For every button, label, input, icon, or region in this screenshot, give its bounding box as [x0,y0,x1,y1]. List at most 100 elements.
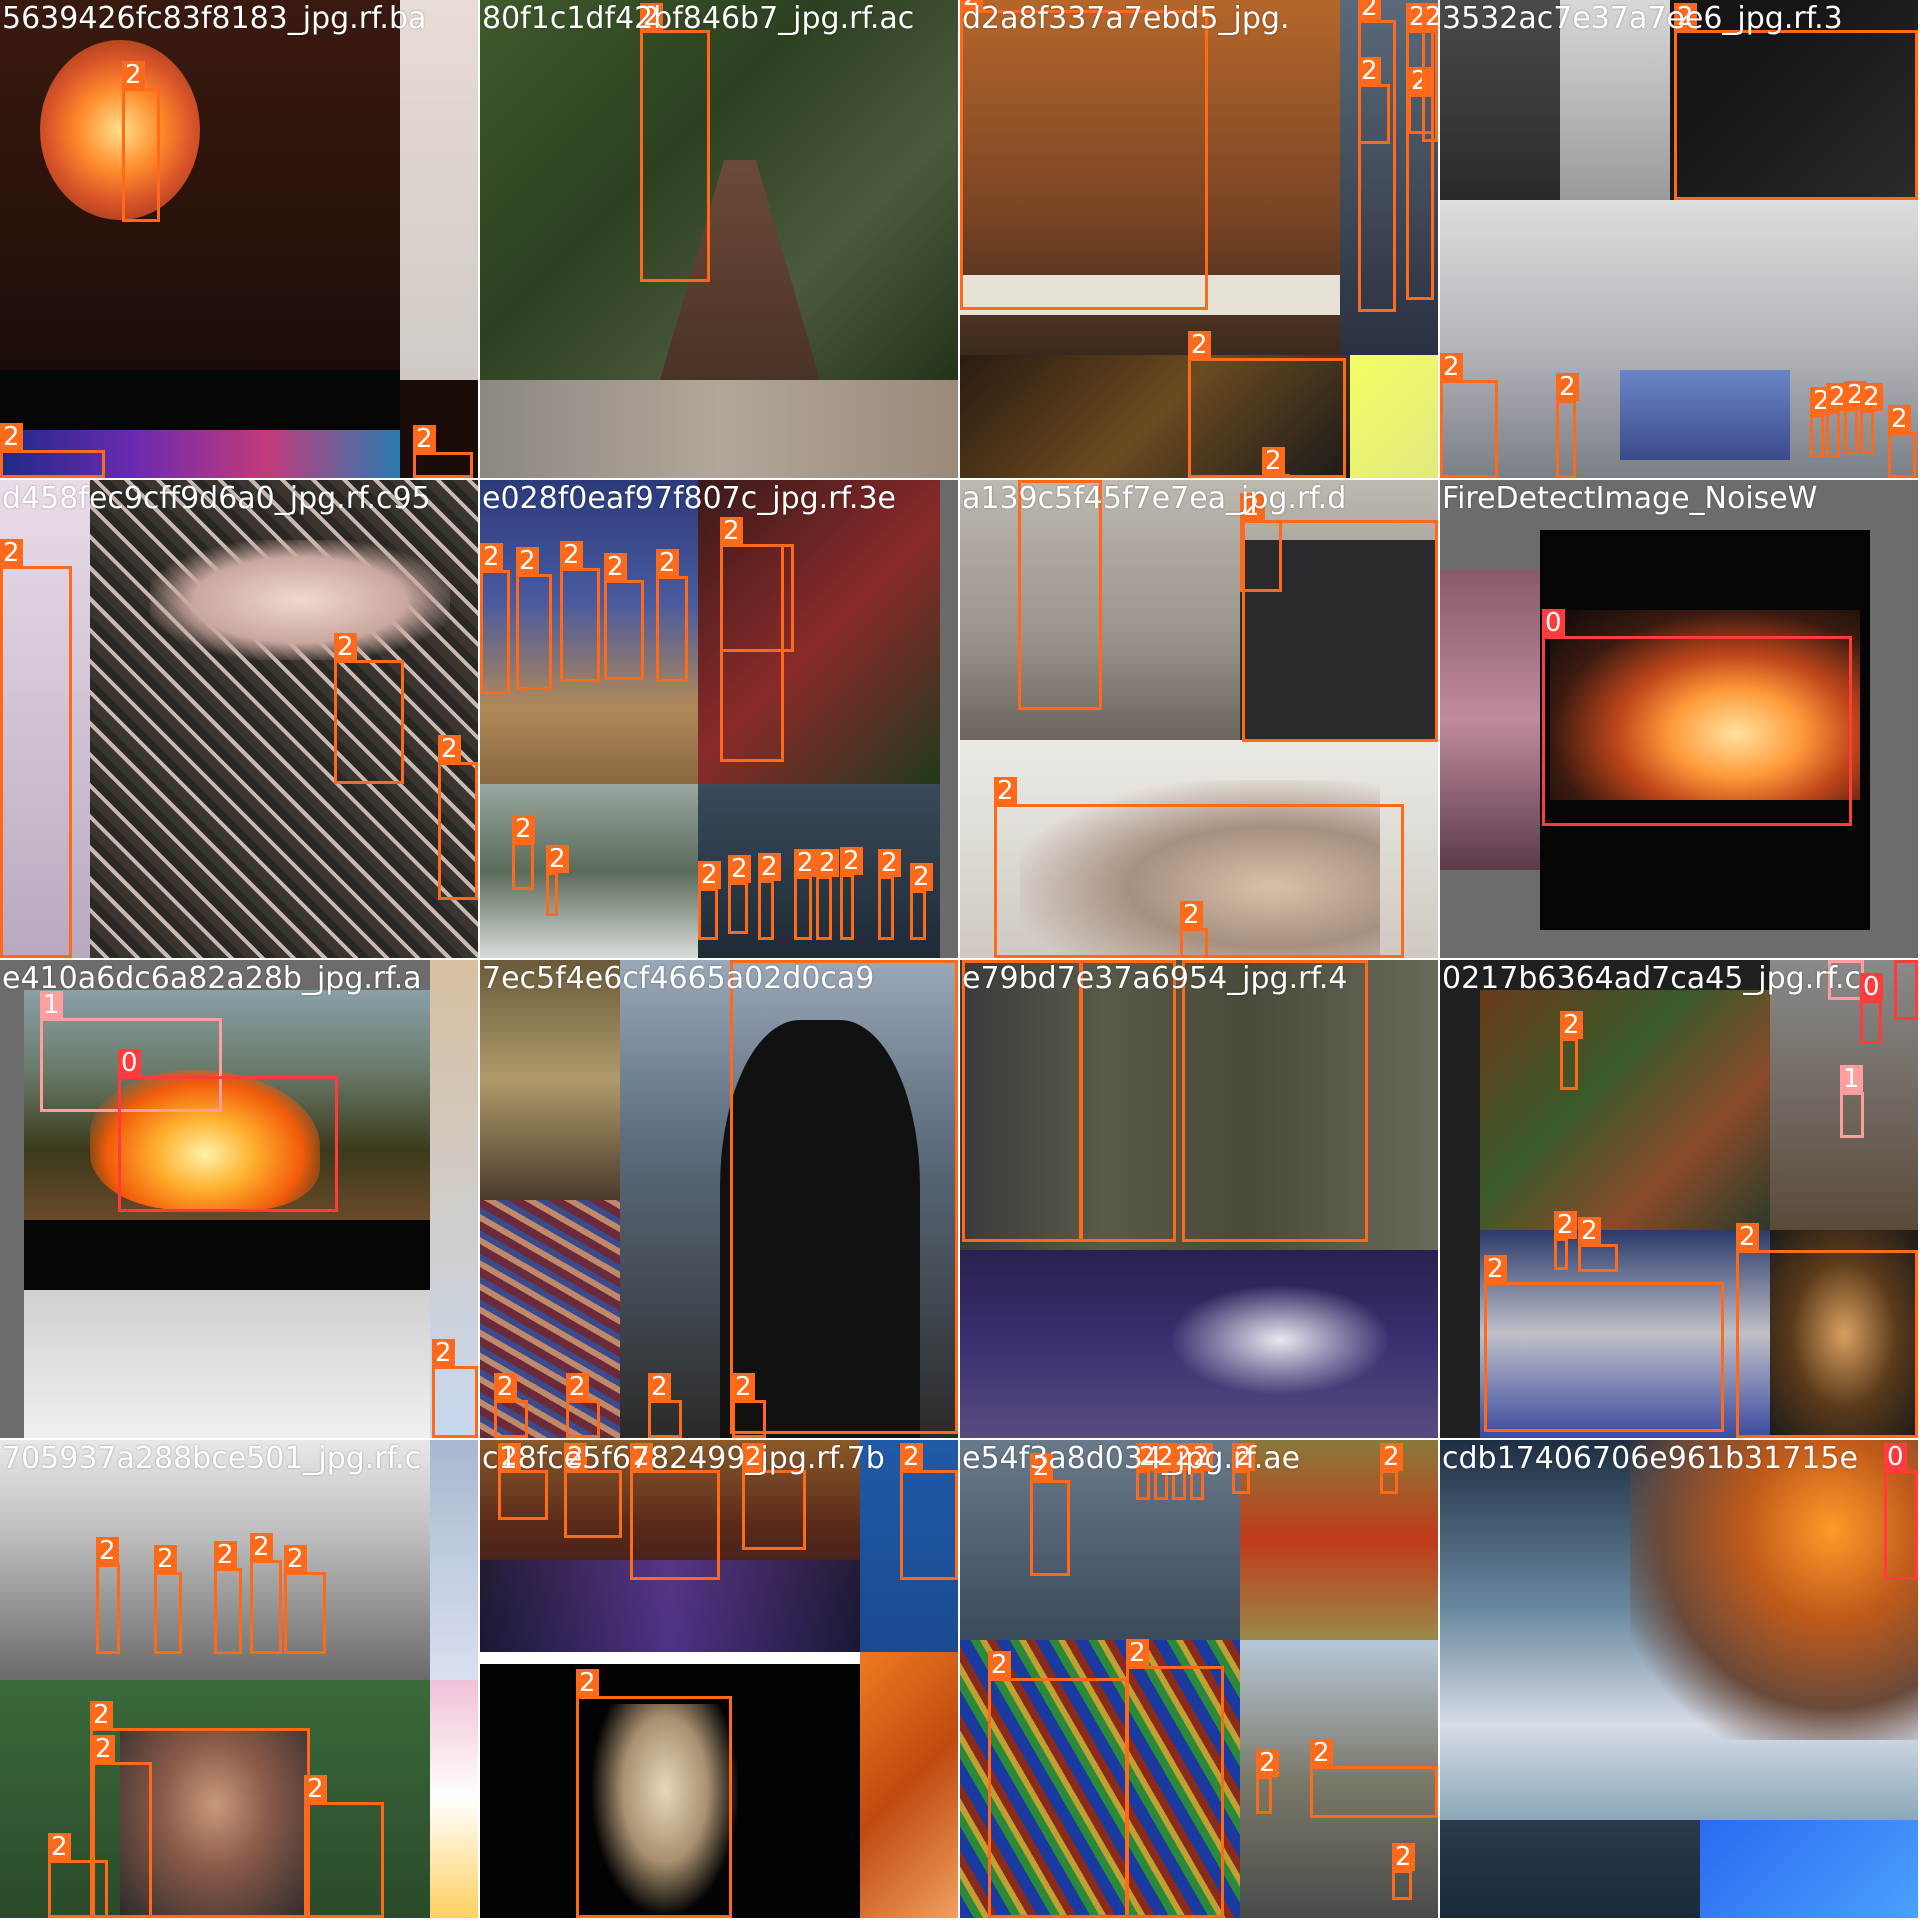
detection-box: 2 [1860,383,1883,454]
tile-image [24,1220,430,1290]
class-label: 2 [1180,901,1203,929]
class-label: 2 [438,735,461,763]
tile-label: e410a6dc6a82a28b_jpg.rf.a [2,961,422,996]
tile-image [40,40,200,220]
detection-box: 0 [1860,973,1883,1044]
tile-label: cdb17406706e961b31715e [1442,1441,1858,1476]
tile-image [1700,1820,1918,1918]
detection-box: 2 [816,849,839,940]
mosaic-tile-15[interactable]: e54f3a8d034_jpg.rf.ae 2 2 2 2 2 2 2 2 2 … [960,1440,1438,1918]
detection-box: 2 [730,960,958,1434]
detection-box: 2 [1888,405,1916,478]
tile-label: d458fec9cff9d6a0_jpg.rf.c95 [2,481,431,516]
class-label: 2 [1256,1749,1279,1777]
class-label: 2 [994,777,1017,805]
class-label: 0 [1894,960,1917,961]
class-label: 2 [1358,0,1381,21]
detection-box: 0 [1894,960,1918,1020]
detection-box: 2 [1080,960,1176,1242]
detection-box: 2 [728,855,751,934]
class-label: 2 [560,541,583,569]
class-label: 2 [304,1775,327,1803]
tile-label: a139c5f45f7e7ea_jpg.rf.d [962,481,1347,516]
tile-image [1440,1820,1700,1918]
detection-box: 2 [96,1537,120,1654]
detection-box: 2 [1674,3,1918,200]
tile-image [480,380,958,478]
class-label: 2 [154,1545,177,1573]
class-label: 2 [92,1735,115,1763]
class-label: 2 [1126,1639,1149,1667]
class-label: 2 [546,845,569,873]
class-label: 2 [90,1701,113,1729]
class-label: 2 [728,855,751,883]
detection-box: 2 [1554,1211,1577,1270]
detection-box: 2 [334,633,404,784]
detection-box: 2 [546,845,569,916]
class-label: 2 [1556,373,1579,401]
mosaic-tile-3[interactable]: d2a8f337a7ebd5_jpg. 2 2 2 2 2 2 2 2 [960,0,1438,478]
mosaic-tile-6[interactable]: e028f0eaf97f807c_jpg.rf.3e 2 2 2 2 2 2 2… [480,480,958,958]
class-label: 2 [604,553,627,581]
tile-image [1620,370,1790,460]
class-label: 2 [698,861,721,889]
detection-box: 0 [1884,1443,1918,1580]
mosaic-tile-2[interactable]: 80f1c1df42bf846b7_jpg.rf.ac 2 [480,0,958,478]
mosaic-tile-11[interactable]: e79bd7e37a6954_jpg.rf.4 2 2 2 [960,960,1438,1438]
class-label: 2 [284,1545,307,1573]
detection-box: 2 [1560,1011,1583,1090]
mosaic-tile-16[interactable]: cdb17406706e961b31715e 0 [1440,1440,1918,1918]
mosaic-tile-7[interactable]: a139c5f45f7e7ea_jpg.rf.d 2 2 2 2 2 [960,480,1438,958]
detection-box: 2 [878,849,901,940]
mosaic-tile-12[interactable]: 0217b6364ad7ca45_jpg.rf.c 1 0 0 1 2 2 2 … [1440,960,1918,1438]
class-label: 2 [1380,1443,1403,1471]
detection-box: 2 [1240,493,1282,592]
tile-label: 7ec5f4e6cf4665a02d0ca9 [482,961,875,996]
tile-label: 80f1c1df42bf846b7_jpg.rf.ac [482,1,915,36]
tile-image [940,480,958,958]
class-label: 0 [1860,973,1883,1001]
mosaic-tile-10[interactable]: 7ec5f4e6cf4665a02d0ca9 2 2 2 2 2 [480,960,958,1438]
class-label: 2 [794,849,817,877]
class-label: 2 [48,1833,71,1861]
mosaic-tile-4[interactable]: 3532ac7e37a7ee6_jpg.rf.3 2 2 2 2 2 2 2 2 [1440,0,1918,478]
detection-box: 2 [840,847,863,940]
mosaic-tile-13[interactable]: 705937a288bce501_jpg.rf.c 2 2 2 2 2 2 2 … [0,1440,478,1918]
detection-box: 2 [640,3,710,282]
tile-label: 5639426fc83f8183_jpg.rf.ba [2,1,427,36]
detection-box: 2 [494,1373,528,1438]
mosaic-tile-1[interactable]: 5639426fc83f8183_jpg.rf.ba 2 2 2 [0,0,478,478]
tile-image [1440,570,1540,870]
detection-box: 2 [1844,381,1867,454]
detection-box: 2 [250,1533,282,1654]
detection-box: 2 [1262,447,1290,478]
detection-box: 2 [480,543,510,694]
detection-box: 2 [214,1541,242,1654]
detection-box: 2 [48,1833,108,1918]
detection-box: 2 [648,1373,682,1438]
detection-box: 2 [962,960,1082,1242]
class-label: 2 [1358,57,1381,85]
class-label: 0 [1884,1443,1907,1471]
tile-label: e54f3a8d034_jpg.rf.ae [962,1441,1301,1476]
detection-box: 2 [742,1443,806,1550]
mosaic-tile-9[interactable]: e410a6dc6a82a28b_jpg.rf.a 1 0 2 [0,960,478,1438]
tile-label: FireDetectImage_NoiseW [1442,481,1818,516]
detection-box: 2 [910,863,933,940]
tile-image [1160,1280,1400,1400]
class-label: 2 [512,815,535,843]
mosaic-tile-5[interactable]: d458fec9cff9d6a0_jpg.rf.c95 2 2 2 [0,480,478,958]
mosaic-tile-14[interactable]: c18fce5f6782499_jpg.rf.7b 2 2 2 2 2 2 [480,1440,958,1918]
detection-box: 2 [698,861,721,940]
detection-box: 2 [960,0,1208,310]
detection-box: 2 [720,517,794,652]
class-label: 2 [910,863,933,891]
class-label: 2 [96,1537,119,1565]
class-label: 0 [1542,609,1565,637]
class-label: 2 [816,849,839,877]
mosaic-tile-8[interactable]: FireDetectImage_NoiseW 0 [1440,480,1918,958]
class-label: 2 [1888,405,1911,433]
class-label: 2 [0,423,23,451]
detection-box: 2 [1126,1639,1224,1918]
class-label: 2 [1736,1223,1759,1251]
